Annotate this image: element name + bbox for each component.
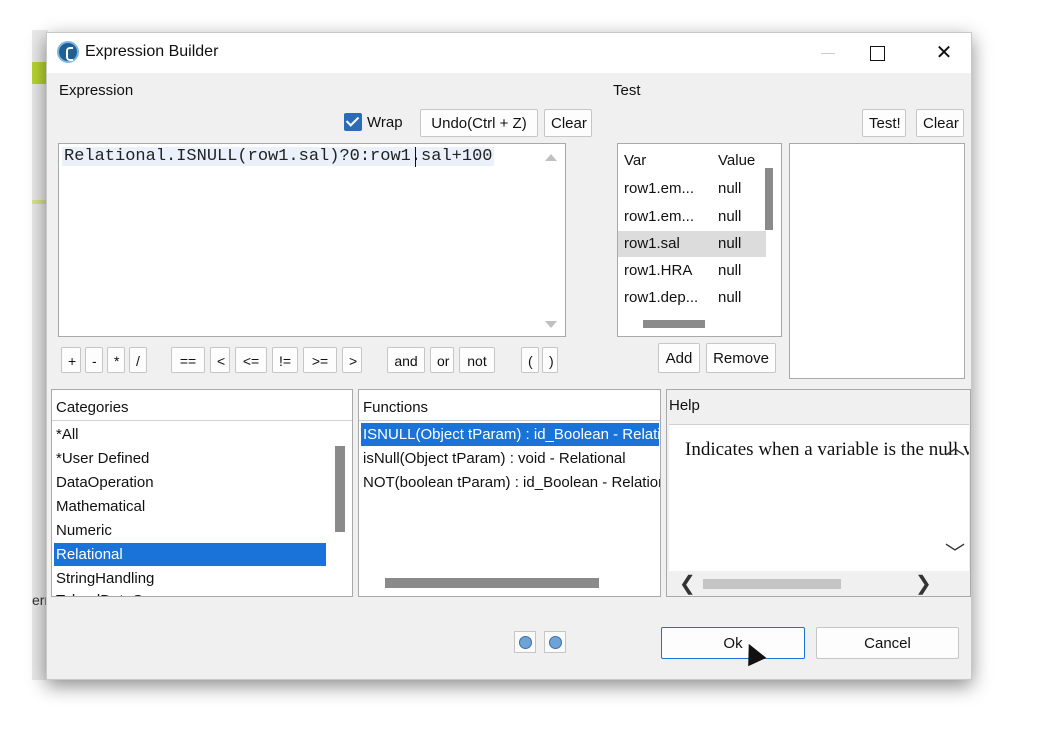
- function-item-selected[interactable]: ISNULL(Object tParam) : id_Boolean - Rel…: [361, 423, 660, 446]
- wrap-checkbox[interactable]: [344, 113, 362, 131]
- functions-scrollbar[interactable]: [385, 578, 599, 588]
- operator-or-button[interactable]: or: [430, 347, 454, 373]
- row-value[interactable]: null: [718, 289, 741, 306]
- close-paren-button[interactable]: ): [542, 347, 558, 373]
- categories-scrollbar[interactable]: [335, 446, 345, 532]
- table-row-selected[interactable]: row1.sal null: [618, 231, 766, 257]
- help-text: Indicates when a variable is the null va…: [685, 439, 969, 460]
- add-variable-button[interactable]: Add: [658, 343, 700, 373]
- help-header: Help: [669, 397, 700, 414]
- column-header-var: Var: [624, 152, 647, 169]
- function-item[interactable]: NOT(boolean tParam) : id_Boolean - Relat…: [361, 471, 660, 494]
- wrap-label: Wrap: [367, 114, 403, 131]
- expression-section-label: Expression: [59, 82, 134, 99]
- row-var: row1.HRA: [624, 262, 693, 279]
- expression-clear-button[interactable]: Clear: [544, 109, 592, 137]
- category-item[interactable]: Mathematical: [54, 495, 145, 518]
- operator-equals-button[interactable]: ==: [171, 347, 205, 373]
- table-header: Var Value: [618, 148, 766, 174]
- open-paren-button[interactable]: (: [521, 347, 539, 373]
- text-caret: [415, 147, 416, 167]
- table-row[interactable]: row1.dep... null: [618, 285, 766, 311]
- window-title: Expression Builder: [85, 43, 219, 60]
- operator-minus-button[interactable]: -: [85, 347, 103, 373]
- scroll-up-arrow-icon[interactable]: [545, 154, 557, 161]
- operator-not-equal-button[interactable]: !=: [272, 347, 298, 373]
- table-row[interactable]: row1.em... null: [618, 176, 766, 202]
- expression-builder-dialog: Expression Builder ✕ Expression Wrap Und…: [46, 32, 972, 680]
- row-value[interactable]: null: [718, 208, 741, 225]
- categories-header: Categories: [56, 399, 129, 416]
- operator-divide-button[interactable]: /: [129, 347, 147, 373]
- talend-app-icon: [57, 41, 79, 63]
- row-var: row1.dep...: [624, 289, 699, 306]
- test-clear-button[interactable]: Clear: [916, 109, 964, 137]
- category-item-selected[interactable]: Relational: [54, 543, 326, 566]
- help-content: Indicates when a variable is the null va…: [669, 424, 969, 596]
- category-item[interactable]: DataOperation: [54, 471, 154, 494]
- chevron-up-icon[interactable]: ︿: [945, 431, 965, 460]
- help-panel: Help Indicates when a variable is the nu…: [666, 389, 971, 597]
- close-button[interactable]: ✕: [921, 33, 967, 73]
- row-value[interactable]: null: [718, 180, 741, 197]
- operator-and-button[interactable]: and: [387, 347, 425, 373]
- row-var: row1.em...: [624, 180, 695, 197]
- help-scroll-thumb[interactable]: [703, 579, 841, 589]
- category-item[interactable]: StringHandling: [54, 567, 154, 590]
- operator-greater-than-button[interactable]: >: [342, 347, 362, 373]
- undo-button[interactable]: Undo(Ctrl + Z): [420, 109, 538, 137]
- category-item[interactable]: TalendDataGe...: [54, 589, 164, 596]
- remove-variable-button[interactable]: Remove: [706, 343, 776, 373]
- table-horizontal-scrollbar[interactable]: [643, 320, 705, 328]
- maximize-button[interactable]: [855, 33, 901, 73]
- minimize-button[interactable]: [805, 33, 851, 73]
- test-run-button[interactable]: Test!: [862, 109, 906, 137]
- expression-editor[interactable]: Relational.ISNULL(row1.sal)?0:row1.sal+1…: [58, 143, 566, 337]
- chevron-right-icon[interactable]: ❯: [915, 571, 932, 596]
- chevron-down-icon[interactable]: ﹀: [945, 537, 965, 566]
- scroll-down-arrow-icon[interactable]: [545, 321, 557, 328]
- operator-greater-equal-button[interactable]: >=: [303, 347, 337, 373]
- operator-less-than-button[interactable]: <: [210, 347, 230, 373]
- test-section-label: Test: [613, 82, 641, 99]
- row-value[interactable]: null: [718, 262, 741, 279]
- cancel-button[interactable]: Cancel: [816, 627, 959, 659]
- export-icon[interactable]: [544, 631, 566, 653]
- operator-plus-button[interactable]: +: [61, 347, 81, 373]
- column-header-value: Value: [718, 152, 756, 169]
- operator-multiply-button[interactable]: *: [107, 347, 125, 373]
- row-value[interactable]: null: [718, 235, 741, 252]
- operator-less-equal-button[interactable]: <=: [235, 347, 267, 373]
- test-variables-table: Var Value row1.em... null row1.em... nul…: [617, 143, 782, 337]
- row-var: row1.sal: [624, 235, 680, 252]
- table-vertical-scrollbar[interactable]: [765, 168, 773, 230]
- categories-panel: Categories *All *User Defined DataOperat…: [51, 389, 353, 597]
- row-var: row1.em...: [624, 208, 695, 225]
- function-item[interactable]: isNull(Object tParam) : void - Relationa…: [361, 447, 626, 470]
- test-result-output: [789, 143, 965, 379]
- table-row[interactable]: row1.em... null: [618, 204, 766, 230]
- chevron-left-icon[interactable]: ❮: [679, 571, 696, 596]
- expression-text[interactable]: Relational.ISNULL(row1.sal)?0:row1.sal+1…: [62, 147, 495, 166]
- import-icon[interactable]: [514, 631, 536, 653]
- category-item[interactable]: *User Defined: [54, 447, 149, 470]
- help-horizontal-scrollbar[interactable]: ❮ ❯: [669, 571, 969, 596]
- table-row[interactable]: row1.HRA null: [618, 258, 766, 284]
- ok-button[interactable]: Ok: [661, 627, 805, 659]
- functions-header: Functions: [363, 399, 429, 416]
- functions-panel: Functions ISNULL(Object tParam) : id_Boo…: [358, 389, 661, 597]
- category-item[interactable]: *All: [54, 423, 79, 446]
- operator-not-button[interactable]: not: [459, 347, 495, 373]
- title-bar[interactable]: Expression Builder ✕: [47, 33, 971, 73]
- category-item[interactable]: Numeric: [54, 519, 112, 542]
